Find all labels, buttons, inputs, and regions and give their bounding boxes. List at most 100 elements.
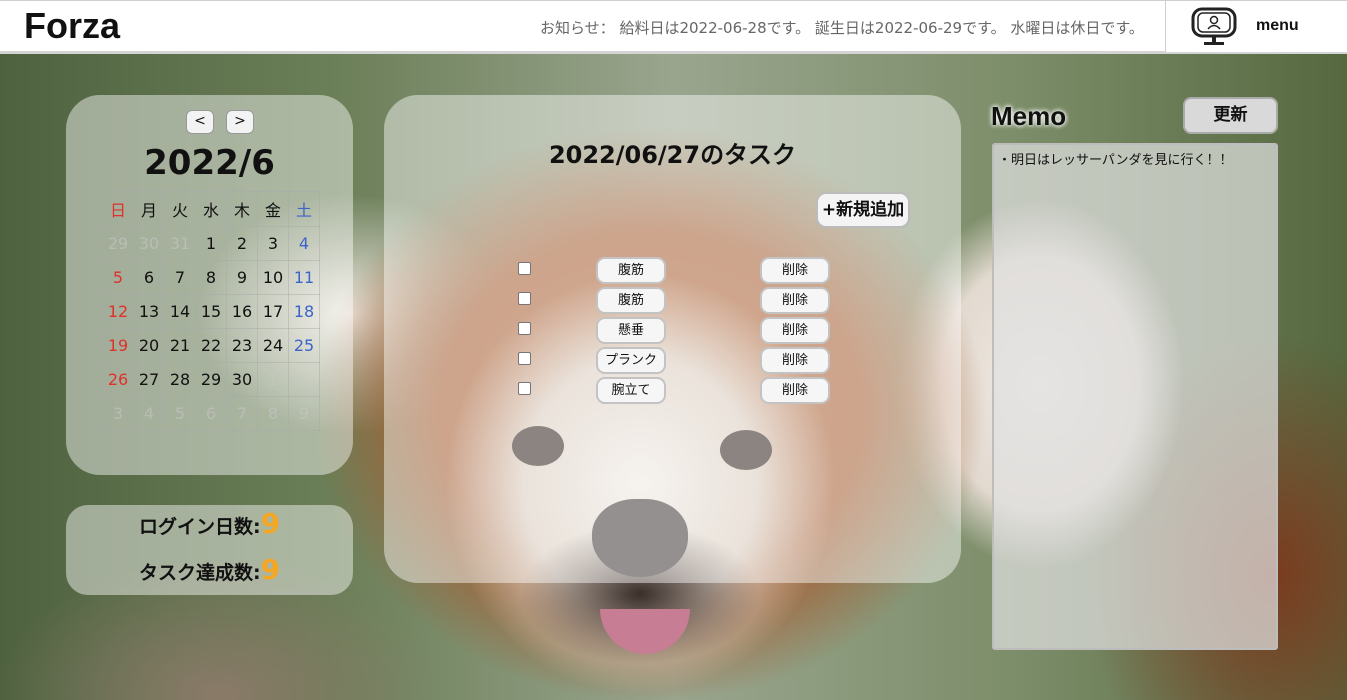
calendar-day[interactable]: 29 — [102, 226, 134, 261]
login-days-stat: ログイン日数:9 — [66, 507, 353, 540]
calendar-day[interactable]: 10 — [257, 260, 289, 295]
calendar-day[interactable]: 15 — [195, 294, 227, 329]
calendar-day[interactable]: 13 — [133, 294, 165, 329]
monitor-icon — [1191, 7, 1237, 45]
calendar-day[interactable]: 30 — [226, 362, 258, 397]
calendar-day[interactable]: 17 — [257, 294, 289, 329]
weekday-wed: 水 — [195, 191, 227, 227]
panda-mouth — [600, 609, 690, 654]
calendar-day[interactable]: 22 — [195, 328, 227, 363]
calendar-day[interactable]: 23 — [226, 328, 258, 363]
calendar-day[interactable]: 9 — [288, 396, 320, 431]
calendar-day[interactable]: 5 — [164, 396, 196, 431]
tasks-achieved-stat: タスク達成数:9 — [66, 553, 353, 586]
calendar-day[interactable]: 2 — [226, 226, 258, 261]
calendar-day[interactable]: 1 — [195, 226, 227, 261]
calendar-day[interactable]: 6 — [195, 396, 227, 431]
task-date-title: 2022/06/27のタスク — [548, 141, 797, 169]
calendar-day[interactable]: 9 — [226, 260, 258, 295]
task-delete-button[interactable]: 削除 — [760, 317, 830, 344]
weekday-sun: 日 — [102, 191, 134, 227]
task-checkbox[interactable] — [518, 292, 531, 305]
calendar-week: 19 20 21 22 23 24 25 — [102, 328, 320, 363]
tasks-achieved-value: 9 — [260, 553, 281, 586]
calendar-day[interactable]: 5 — [102, 260, 134, 295]
calendar-day[interactable]: 4 — [133, 396, 165, 431]
task-delete-button[interactable]: 削除 — [760, 257, 830, 284]
calendar-day[interactable]: 1 — [257, 362, 289, 397]
calendar-day[interactable]: 3 — [257, 226, 289, 261]
calendar-day[interactable]: 25 — [288, 328, 320, 363]
calendar-week: 12 13 14 15 16 17 18 — [102, 294, 320, 329]
top-header: Forza お知らせ： 給料日は2022-06-28です。 誕生日は2022-0… — [0, 0, 1347, 54]
weekday-fri: 金 — [257, 191, 289, 227]
calendar-day[interactable]: 16 — [226, 294, 258, 329]
task-delete-button[interactable]: 削除 — [760, 287, 830, 314]
add-task-button[interactable]: +新規追加 — [816, 192, 910, 228]
calendar-panel: < > 2022/6 日 月 火 水 木 金 土 29 30 31 1 2 3 … — [66, 95, 353, 475]
calendar-week: 29 30 31 1 2 3 4 — [102, 226, 320, 261]
calendar-day[interactable]: 21 — [164, 328, 196, 363]
task-row: 腹筋 削除 — [384, 257, 961, 287]
stats-panel: ログイン日数:9 タスク達成数:9 — [66, 505, 353, 595]
task-checkbox[interactable] — [518, 352, 531, 365]
prev-month-button[interactable]: < — [186, 110, 214, 134]
task-row: プランク 削除 — [384, 347, 961, 377]
memo-update-button[interactable]: 更新 — [1183, 97, 1278, 134]
calendar-day[interactable]: 2 — [288, 362, 320, 397]
task-name-button[interactable]: 懸垂 — [596, 317, 666, 344]
task-delete-button[interactable]: 削除 — [760, 347, 830, 374]
calendar-day[interactable]: 7 — [164, 260, 196, 295]
calendar-month-title: 2022/6 — [144, 143, 275, 183]
calendar-grid: 日 月 火 水 木 金 土 29 30 31 1 2 3 4 5 6 7 8 9… — [102, 191, 320, 431]
calendar-week: 5 6 7 8 9 10 11 — [102, 260, 320, 295]
calendar-day[interactable]: 8 — [257, 396, 289, 431]
task-checkbox[interactable] — [518, 382, 531, 395]
task-row: 腹筋 削除 — [384, 287, 961, 317]
login-days-value: 9 — [260, 507, 281, 540]
task-delete-button[interactable]: 削除 — [760, 377, 830, 404]
calendar-day[interactable]: 30 — [133, 226, 165, 261]
calendar-day[interactable]: 14 — [164, 294, 196, 329]
task-name-button[interactable]: プランク — [596, 347, 666, 374]
task-panel: 2022/06/27のタスク +新規追加 腹筋 削除 腹筋 削除 懸垂 削除 プ… — [384, 95, 961, 583]
tasks-achieved-label: タスク達成数: — [138, 562, 261, 584]
menu-label: menu — [1256, 17, 1299, 34]
calendar-week: 3 4 5 6 7 8 9 — [102, 396, 320, 431]
calendar-day[interactable]: 6 — [133, 260, 165, 295]
calendar-day[interactable]: 8 — [195, 260, 227, 295]
calendar-day[interactable]: 27 — [133, 362, 165, 397]
weekday-mon: 月 — [133, 191, 165, 227]
calendar-day[interactable]: 28 — [164, 362, 196, 397]
weekday-thu: 木 — [226, 191, 258, 227]
calendar-day[interactable]: 11 — [288, 260, 320, 295]
task-checkbox[interactable] — [518, 322, 531, 335]
calendar-day[interactable]: 4 — [288, 226, 320, 261]
task-row: 懸垂 削除 — [384, 317, 961, 347]
calendar-day[interactable]: 31 — [164, 226, 196, 261]
calendar-day[interactable]: 20 — [133, 328, 165, 363]
calendar-day[interactable]: 18 — [288, 294, 320, 329]
calendar-day[interactable]: 7 — [226, 396, 258, 431]
calendar-day[interactable]: 24 — [257, 328, 289, 363]
task-row: 腕立て 削除 — [384, 377, 961, 407]
weekday-sat: 土 — [288, 191, 320, 227]
memo-title: Memo — [991, 101, 1067, 131]
calendar-day[interactable]: 19 — [102, 328, 134, 363]
menu-button[interactable]: menu — [1165, 1, 1347, 52]
calendar-day[interactable]: 26 — [102, 362, 134, 397]
calendar-week: 26 27 28 29 30 1 2 — [102, 362, 320, 397]
calendar-day[interactable]: 29 — [195, 362, 227, 397]
task-name-button[interactable]: 腹筋 — [596, 257, 666, 284]
memo-textarea[interactable]: ・明日はレッサーパンダを見に行く！！ — [992, 143, 1278, 650]
app-logo[interactable]: Forza — [24, 5, 120, 47]
notice-ticker: お知らせ： 給料日は2022-06-28です。 誕生日は2022-06-29です… — [540, 19, 1144, 37]
task-name-button[interactable]: 腕立て — [596, 377, 666, 404]
calendar-day[interactable]: 12 — [102, 294, 134, 329]
weekday-tue: 火 — [164, 191, 196, 227]
next-month-button[interactable]: > — [226, 110, 254, 134]
calendar-day[interactable]: 3 — [102, 396, 134, 431]
task-checkbox[interactable] — [518, 262, 531, 275]
weekday-header-row: 日 月 火 水 木 金 土 — [102, 191, 320, 227]
task-name-button[interactable]: 腹筋 — [596, 287, 666, 314]
